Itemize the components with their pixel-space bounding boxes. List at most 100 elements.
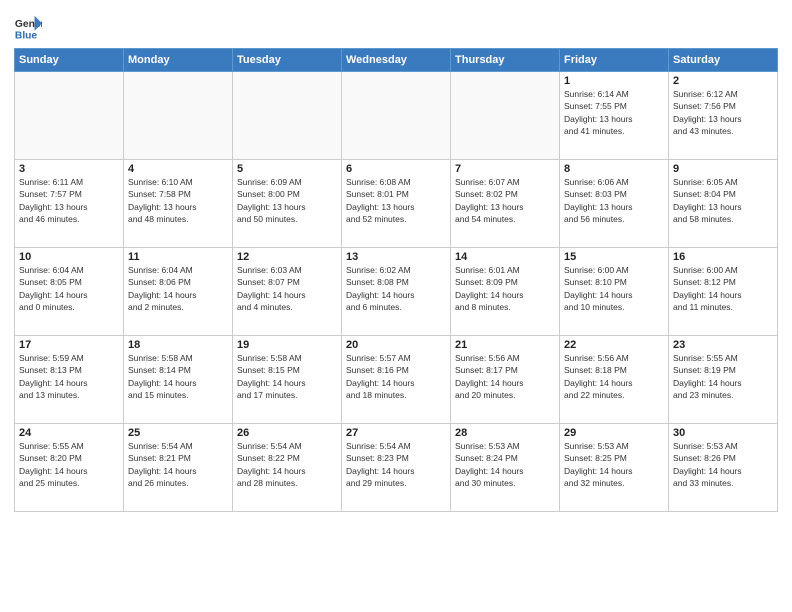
calendar-week-4: 24Sunrise: 5:55 AMSunset: 8:20 PMDayligh… [15,424,778,512]
day-number: 21 [455,339,555,351]
calendar-header-sunday: Sunday [15,49,124,72]
logo-icon: General Blue [14,14,42,42]
calendar-cell: 23Sunrise: 5:55 AMSunset: 8:19 PMDayligh… [669,336,778,424]
calendar-cell: 29Sunrise: 5:53 AMSunset: 8:25 PMDayligh… [560,424,669,512]
calendar-cell: 25Sunrise: 5:54 AMSunset: 8:21 PMDayligh… [124,424,233,512]
calendar-cell: 24Sunrise: 5:55 AMSunset: 8:20 PMDayligh… [15,424,124,512]
day-info: Sunrise: 6:05 AMSunset: 8:04 PMDaylight:… [673,176,773,225]
day-info: Sunrise: 6:04 AMSunset: 8:06 PMDaylight:… [128,264,228,313]
calendar-cell: 26Sunrise: 5:54 AMSunset: 8:22 PMDayligh… [233,424,342,512]
calendar-cell: 4Sunrise: 6:10 AMSunset: 7:58 PMDaylight… [124,160,233,248]
calendar-cell: 1Sunrise: 6:14 AMSunset: 7:55 PMDaylight… [560,72,669,160]
day-number: 7 [455,163,555,175]
calendar-cell [451,72,560,160]
calendar-cell [233,72,342,160]
calendar-cell: 7Sunrise: 6:07 AMSunset: 8:02 PMDaylight… [451,160,560,248]
day-info: Sunrise: 6:00 AMSunset: 8:10 PMDaylight:… [564,264,664,313]
day-number: 17 [19,339,119,351]
calendar-cell: 2Sunrise: 6:12 AMSunset: 7:56 PMDaylight… [669,72,778,160]
day-info: Sunrise: 5:54 AMSunset: 8:23 PMDaylight:… [346,440,446,489]
day-info: Sunrise: 6:11 AMSunset: 7:57 PMDaylight:… [19,176,119,225]
calendar-header-tuesday: Tuesday [233,49,342,72]
day-info: Sunrise: 6:12 AMSunset: 7:56 PMDaylight:… [673,88,773,137]
day-number: 5 [237,163,337,175]
calendar-cell: 17Sunrise: 5:59 AMSunset: 8:13 PMDayligh… [15,336,124,424]
day-info: Sunrise: 6:06 AMSunset: 8:03 PMDaylight:… [564,176,664,225]
calendar-cell: 9Sunrise: 6:05 AMSunset: 8:04 PMDaylight… [669,160,778,248]
day-info: Sunrise: 5:54 AMSunset: 8:21 PMDaylight:… [128,440,228,489]
day-number: 12 [237,251,337,263]
day-info: Sunrise: 5:55 AMSunset: 8:20 PMDaylight:… [19,440,119,489]
day-info: Sunrise: 5:55 AMSunset: 8:19 PMDaylight:… [673,352,773,401]
day-number: 11 [128,251,228,263]
calendar-week-0: 1Sunrise: 6:14 AMSunset: 7:55 PMDaylight… [15,72,778,160]
day-info: Sunrise: 5:53 AMSunset: 8:25 PMDaylight:… [564,440,664,489]
day-number: 16 [673,251,773,263]
day-info: Sunrise: 6:02 AMSunset: 8:08 PMDaylight:… [346,264,446,313]
calendar-week-3: 17Sunrise: 5:59 AMSunset: 8:13 PMDayligh… [15,336,778,424]
day-info: Sunrise: 6:14 AMSunset: 7:55 PMDaylight:… [564,88,664,137]
day-info: Sunrise: 5:56 AMSunset: 8:17 PMDaylight:… [455,352,555,401]
day-info: Sunrise: 5:53 AMSunset: 8:24 PMDaylight:… [455,440,555,489]
day-number: 15 [564,251,664,263]
day-number: 24 [19,427,119,439]
calendar-cell: 21Sunrise: 5:56 AMSunset: 8:17 PMDayligh… [451,336,560,424]
calendar-cell [342,72,451,160]
calendar-header-friday: Friday [560,49,669,72]
day-info: Sunrise: 6:08 AMSunset: 8:01 PMDaylight:… [346,176,446,225]
day-number: 23 [673,339,773,351]
calendar-cell: 18Sunrise: 5:58 AMSunset: 8:14 PMDayligh… [124,336,233,424]
day-info: Sunrise: 6:00 AMSunset: 8:12 PMDaylight:… [673,264,773,313]
day-info: Sunrise: 5:54 AMSunset: 8:22 PMDaylight:… [237,440,337,489]
calendar-cell: 14Sunrise: 6:01 AMSunset: 8:09 PMDayligh… [451,248,560,336]
day-number: 26 [237,427,337,439]
day-info: Sunrise: 6:01 AMSunset: 8:09 PMDaylight:… [455,264,555,313]
day-info: Sunrise: 5:53 AMSunset: 8:26 PMDaylight:… [673,440,773,489]
day-info: Sunrise: 6:10 AMSunset: 7:58 PMDaylight:… [128,176,228,225]
page-header: General Blue [14,10,778,42]
day-number: 14 [455,251,555,263]
calendar-cell [124,72,233,160]
day-info: Sunrise: 5:58 AMSunset: 8:14 PMDaylight:… [128,352,228,401]
logo: General Blue [14,14,42,42]
day-number: 1 [564,75,664,87]
calendar-cell: 6Sunrise: 6:08 AMSunset: 8:01 PMDaylight… [342,160,451,248]
day-number: 25 [128,427,228,439]
calendar-header-monday: Monday [124,49,233,72]
day-info: Sunrise: 6:07 AMSunset: 8:02 PMDaylight:… [455,176,555,225]
calendar-cell: 12Sunrise: 6:03 AMSunset: 8:07 PMDayligh… [233,248,342,336]
day-number: 30 [673,427,773,439]
day-info: Sunrise: 6:09 AMSunset: 8:00 PMDaylight:… [237,176,337,225]
day-number: 28 [455,427,555,439]
calendar-header-thursday: Thursday [451,49,560,72]
calendar-cell: 30Sunrise: 5:53 AMSunset: 8:26 PMDayligh… [669,424,778,512]
day-info: Sunrise: 5:57 AMSunset: 8:16 PMDaylight:… [346,352,446,401]
calendar-week-2: 10Sunrise: 6:04 AMSunset: 8:05 PMDayligh… [15,248,778,336]
day-info: Sunrise: 5:58 AMSunset: 8:15 PMDaylight:… [237,352,337,401]
day-info: Sunrise: 6:03 AMSunset: 8:07 PMDaylight:… [237,264,337,313]
svg-text:Blue: Blue [15,30,38,41]
calendar-week-1: 3Sunrise: 6:11 AMSunset: 7:57 PMDaylight… [15,160,778,248]
day-number: 19 [237,339,337,351]
day-number: 29 [564,427,664,439]
day-number: 2 [673,75,773,87]
day-number: 4 [128,163,228,175]
calendar-cell: 16Sunrise: 6:00 AMSunset: 8:12 PMDayligh… [669,248,778,336]
day-number: 18 [128,339,228,351]
calendar-table: SundayMondayTuesdayWednesdayThursdayFrid… [14,48,778,512]
day-number: 27 [346,427,446,439]
day-number: 22 [564,339,664,351]
day-info: Sunrise: 5:59 AMSunset: 8:13 PMDaylight:… [19,352,119,401]
calendar-header-row: SundayMondayTuesdayWednesdayThursdayFrid… [15,49,778,72]
calendar-cell: 19Sunrise: 5:58 AMSunset: 8:15 PMDayligh… [233,336,342,424]
calendar-header-wednesday: Wednesday [342,49,451,72]
day-info: Sunrise: 5:56 AMSunset: 8:18 PMDaylight:… [564,352,664,401]
calendar-cell: 3Sunrise: 6:11 AMSunset: 7:57 PMDaylight… [15,160,124,248]
day-number: 9 [673,163,773,175]
calendar-cell: 5Sunrise: 6:09 AMSunset: 8:00 PMDaylight… [233,160,342,248]
day-number: 6 [346,163,446,175]
calendar-cell: 11Sunrise: 6:04 AMSunset: 8:06 PMDayligh… [124,248,233,336]
day-number: 8 [564,163,664,175]
day-number: 20 [346,339,446,351]
day-number: 10 [19,251,119,263]
